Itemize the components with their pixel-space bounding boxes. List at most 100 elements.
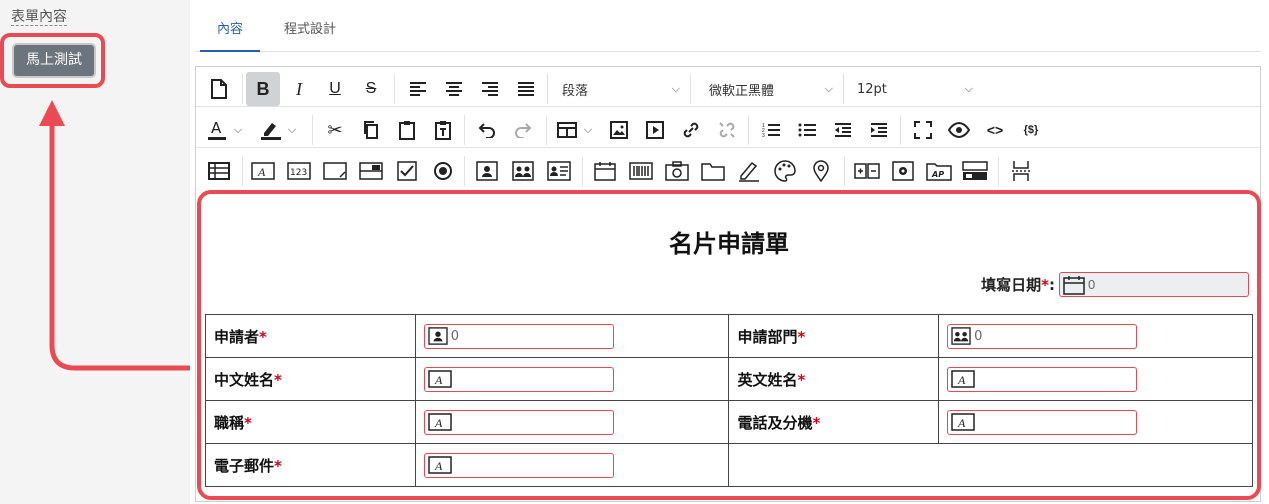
camera-icon[interactable]	[660, 154, 694, 188]
select-field-icon[interactable]	[354, 154, 388, 188]
test-button-highlight: 馬上測試	[0, 33, 105, 88]
font-size-select[interactable]: 12pt ⌵	[849, 74, 981, 104]
bold-icon[interactable]: B	[246, 72, 280, 106]
job-title-field[interactable]: A	[423, 409, 614, 435]
form-title: 名片申請單	[669, 230, 789, 258]
italic-icon[interactable]: I	[282, 72, 316, 106]
svg-text:A: A	[257, 165, 266, 179]
phone-extension-field[interactable]: A	[947, 409, 1138, 435]
form-content-title: 表單內容	[11, 8, 67, 26]
strikethrough-icon[interactable]: S	[354, 72, 388, 106]
api-folder-icon[interactable]: AP	[922, 154, 956, 188]
department-label: 申請部門*	[728, 314, 940, 358]
image-icon[interactable]	[602, 113, 636, 147]
align-center-icon[interactable]	[437, 72, 471, 106]
chevron-down-icon: ⌵	[964, 82, 973, 95]
numbered-list-icon[interactable]: 123	[754, 113, 788, 147]
chevron-down-icon[interactable]: ⌵	[580, 113, 596, 147]
settings-box-icon[interactable]	[886, 154, 920, 188]
cut-icon[interactable]: ✂	[318, 113, 352, 147]
palette-icon[interactable]	[768, 154, 802, 188]
english-name-field[interactable]: A	[947, 366, 1138, 392]
svg-text:AP: AP	[931, 170, 944, 179]
table-icon[interactable]	[552, 113, 582, 147]
highlight-color-icon[interactable]	[256, 113, 286, 147]
text-color-icon[interactable]: A	[202, 113, 232, 147]
outdent-icon[interactable]	[826, 113, 860, 147]
contact-card-icon[interactable]	[470, 154, 504, 188]
align-left-icon[interactable]	[401, 72, 435, 106]
form-canvas: 名片申請單 填寫日期*: 0 申請者* 0 申請部門* 0 中文姓名* A 英文…	[197, 190, 1261, 500]
bullet-list-icon[interactable]	[790, 113, 824, 147]
english-name-label: 英文姓名*	[728, 357, 940, 401]
paragraph-select[interactable]: 段落 ⌵	[554, 74, 688, 104]
fill-date-field[interactable]: 0	[1059, 272, 1249, 297]
unlink-icon[interactable]	[710, 113, 744, 147]
link-icon[interactable]	[674, 113, 708, 147]
signature-pen-icon[interactable]	[732, 154, 766, 188]
test-now-button[interactable]: 馬上測試	[12, 43, 96, 78]
font-select[interactable]: 微軟正黑體 ⌵	[701, 74, 841, 104]
table-row: 職稱* A 電話及分機* A	[205, 400, 1253, 444]
form-table: 申請者* 0 申請部門* 0 中文姓名* A 英文姓名* A 職稱* A 電話及…	[205, 314, 1253, 487]
text-field-icon: A	[427, 370, 452, 388]
group-card-icon	[951, 327, 971, 345]
preview-eye-icon[interactable]	[942, 113, 976, 147]
chevron-down-icon[interactable]: ⌵	[230, 113, 246, 147]
redo-icon[interactable]	[506, 113, 540, 147]
tab-content[interactable]: 內容	[200, 18, 260, 52]
svg-text:A: A	[434, 416, 443, 430]
align-right-icon[interactable]	[473, 72, 507, 106]
svg-text:A: A	[434, 373, 443, 387]
stepper-icon[interactable]	[850, 154, 884, 188]
template-variable-icon[interactable]: {$}	[1014, 113, 1048, 147]
email-label: 電子郵件*	[205, 443, 416, 487]
toolbar-row-3: A 123 AP	[196, 152, 1260, 189]
toolbar-row-2: A ⌵ ⌵ ✂ ⌵ 1 2 3 <> {$}	[196, 111, 1260, 148]
align-justify-icon[interactable]	[509, 72, 543, 106]
copy-icon[interactable]	[354, 113, 388, 147]
checkbox-icon[interactable]	[390, 154, 424, 188]
department-value: 0	[974, 328, 983, 344]
text-field-icon: A	[951, 413, 975, 431]
source-code-icon[interactable]: <>	[978, 113, 1012, 147]
text-field-icon[interactable]: A	[246, 154, 280, 188]
paste-text-icon[interactable]	[426, 113, 460, 147]
email-field[interactable]: A	[423, 452, 614, 478]
text-field-icon: A	[951, 370, 975, 388]
department-field[interactable]: 0	[947, 323, 1138, 349]
group-card-icon[interactable]	[506, 154, 540, 188]
folder-icon[interactable]	[696, 154, 730, 188]
location-pin-icon[interactable]	[804, 154, 838, 188]
applicant-value: 0	[450, 328, 459, 344]
tab-programming[interactable]: 程式設計	[270, 18, 350, 52]
fill-date-value: 0	[1088, 277, 1096, 292]
chevron-down-icon: ⌵	[671, 82, 680, 95]
text-field-icon: A	[427, 413, 452, 431]
paragraph-select-value: 段落	[562, 83, 589, 99]
svg-text:3: 3	[762, 133, 765, 138]
barcode-icon[interactable]	[624, 154, 658, 188]
undo-icon[interactable]	[470, 113, 504, 147]
grid-table-icon[interactable]	[202, 154, 236, 188]
calendar-icon[interactable]	[588, 154, 622, 188]
fullscreen-icon[interactable]	[906, 113, 940, 147]
table-row: 中文姓名* A 英文姓名* A	[205, 357, 1253, 401]
chevron-down-icon[interactable]: ⌵	[284, 113, 300, 147]
radio-icon[interactable]	[426, 154, 460, 188]
applicant-field[interactable]: 0	[423, 323, 614, 349]
svg-text:A: A	[434, 459, 443, 473]
paste-icon[interactable]	[390, 113, 424, 147]
number-field-icon[interactable]: 123	[282, 154, 316, 188]
underline-icon[interactable]: U	[318, 72, 352, 106]
chinese-name-field[interactable]: A	[423, 366, 614, 392]
chinese-name-label: 中文姓名*	[205, 357, 416, 401]
indent-icon[interactable]	[862, 113, 896, 147]
page-break-icon[interactable]	[1004, 154, 1038, 188]
textarea-icon[interactable]	[318, 154, 352, 188]
left-panel: 表單內容 馬上測試	[0, 0, 190, 504]
video-icon[interactable]	[638, 113, 672, 147]
user-info-card-icon[interactable]	[542, 154, 576, 188]
new-document-icon[interactable]	[202, 72, 236, 106]
sub-form-icon[interactable]	[958, 154, 992, 188]
